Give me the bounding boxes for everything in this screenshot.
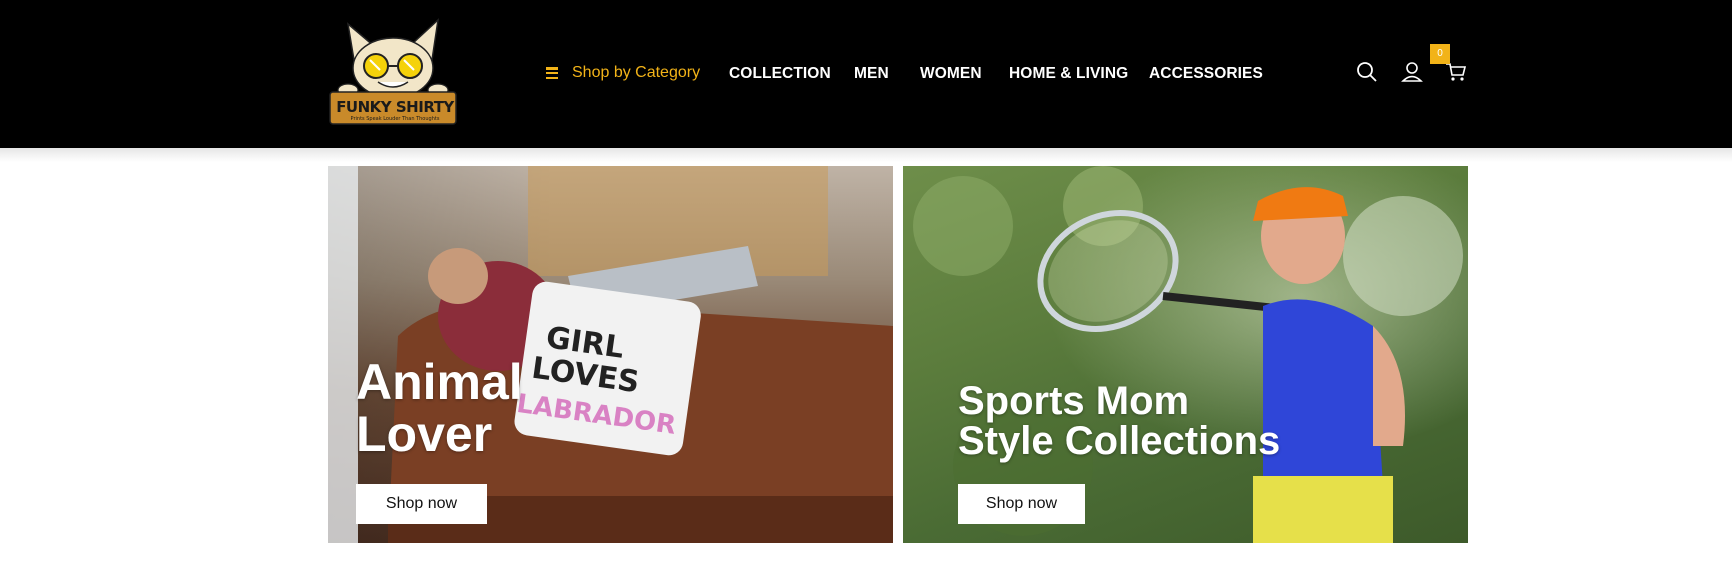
shop-now-button[interactable]: Shop now xyxy=(958,484,1085,524)
shop-by-category-button[interactable]: Shop by Category xyxy=(546,62,700,84)
shop-now-button[interactable]: Shop now xyxy=(356,484,487,524)
nav-item-home-living[interactable]: HOME & LIVING xyxy=(1009,65,1128,83)
nav-item-women[interactable]: WOMEN xyxy=(920,65,982,83)
shop-by-category-label: Shop by Category xyxy=(572,64,701,81)
brand-tagline: Prints Speak Louder Than Thoughts xyxy=(350,116,440,122)
header-shadow xyxy=(0,148,1732,162)
banner-title-line1: Animal xyxy=(356,354,523,410)
banner-title: Animal Lover xyxy=(356,356,523,460)
user-icon[interactable] xyxy=(1400,60,1424,84)
nav-item-men[interactable]: MEN xyxy=(854,65,889,83)
brand-logo[interactable]: FUNKY SHIRTY Prints Speak Louder Than Th… xyxy=(326,16,460,126)
search-icon[interactable] xyxy=(1355,60,1379,84)
banner-title-line1: Sports Mom xyxy=(958,379,1190,423)
brand-name: FUNKY SHIRTY xyxy=(336,98,454,116)
banner-title: Sports Mom Style Collections xyxy=(958,381,1280,461)
banner-title-line2: Style Collections xyxy=(958,419,1281,463)
cart-count-badge: 0 xyxy=(1430,44,1450,64)
banner-animal-lover[interactable]: GIRL LOVES LABRADOR Animal Lover Shop no… xyxy=(328,166,893,543)
banner-sports-mom[interactable]: Sports Mom Style Collections Shop now xyxy=(903,166,1468,543)
nav-item-accessories[interactable]: ACCESSORIES xyxy=(1149,65,1263,83)
nav-item-collection[interactable]: COLLECTION xyxy=(729,65,831,83)
hamburger-menu-icon xyxy=(546,67,558,79)
banner-title-line2: Lover xyxy=(356,406,493,462)
